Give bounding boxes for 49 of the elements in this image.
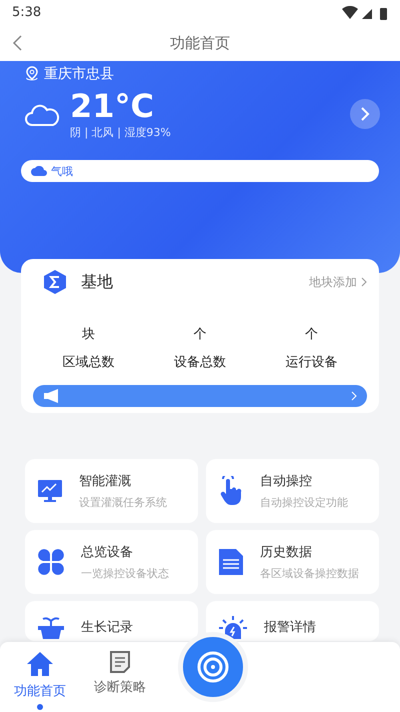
feature-title: 总览设备: [81, 544, 134, 561]
status-time: 5:38: [12, 5, 42, 20]
notice-text: 气哦: [51, 164, 73, 178]
cloud-icon: [31, 166, 47, 176]
feature-title: 智能灌溉: [79, 473, 132, 490]
base-title: 基地: [81, 272, 113, 292]
hand-pointer-icon: [218, 476, 244, 506]
status-icons: [342, 6, 388, 20]
stat-label: 区域总数: [62, 354, 115, 371]
chevron-right-icon: [360, 106, 370, 122]
feature-card[interactable]: 报警详情: [206, 601, 379, 641]
chevron-right-icon: [361, 277, 367, 287]
stat-unit: 个: [193, 326, 206, 343]
next-button[interactable]: [350, 98, 380, 128]
feature-card[interactable]: 历史数据 各区域设备操控数据: [206, 530, 379, 594]
feature-card[interactable]: 生长记录: [25, 601, 198, 641]
plant-pot-icon: [37, 615, 65, 639]
feature-title: 历史数据: [260, 544, 313, 561]
feature-card[interactable]: 智能灌溉 设置灌溉任务系统: [25, 459, 198, 523]
stat-label: 运行设备: [285, 354, 338, 371]
temperature: 21°C: [70, 87, 156, 125]
stat-unit: 个: [304, 326, 318, 343]
feature-title: 报警详情: [264, 619, 316, 636]
feature-title: 生长记录: [81, 619, 133, 636]
weather-details: 阴 | 北风 | 湿度93%: [70, 125, 171, 140]
stat-unit: 块: [82, 326, 96, 343]
feature-card[interactable]: 总览设备 一览操控设备状态: [25, 530, 198, 594]
megaphone-icon: [43, 389, 61, 403]
note-icon: [109, 650, 131, 674]
document-icon: [218, 548, 244, 576]
four-petals-icon: [37, 548, 65, 576]
location-pin-icon: [24, 66, 40, 82]
stat-label: 设备总数: [174, 354, 226, 371]
feature-subtitle: 一览操控设备状态: [81, 566, 169, 581]
location-text: 重庆市忠县: [44, 65, 114, 83]
nav-tab[interactable]: 功能首页: [0, 642, 80, 710]
home-icon: [26, 650, 54, 678]
feature-subtitle: 各区域设备操控数据: [260, 566, 359, 581]
scroll-mark-icon: [351, 391, 357, 401]
feature-card[interactable]: 自动操控 自动操控设定功能: [206, 459, 379, 523]
nav-tab[interactable]: 诊断策略: [80, 642, 160, 696]
feature-subtitle: 自动操控设定功能: [260, 495, 348, 510]
feature-title: 自动操控: [260, 473, 313, 490]
chart-monitor-icon: [37, 478, 63, 504]
sigma-hexagon-icon: [43, 269, 67, 295]
page-title: 功能首页: [170, 34, 230, 52]
feature-subtitle: 设置灌溉任务系统: [79, 495, 167, 510]
back-icon[interactable]: [12, 35, 22, 51]
target-icon: [196, 650, 230, 684]
